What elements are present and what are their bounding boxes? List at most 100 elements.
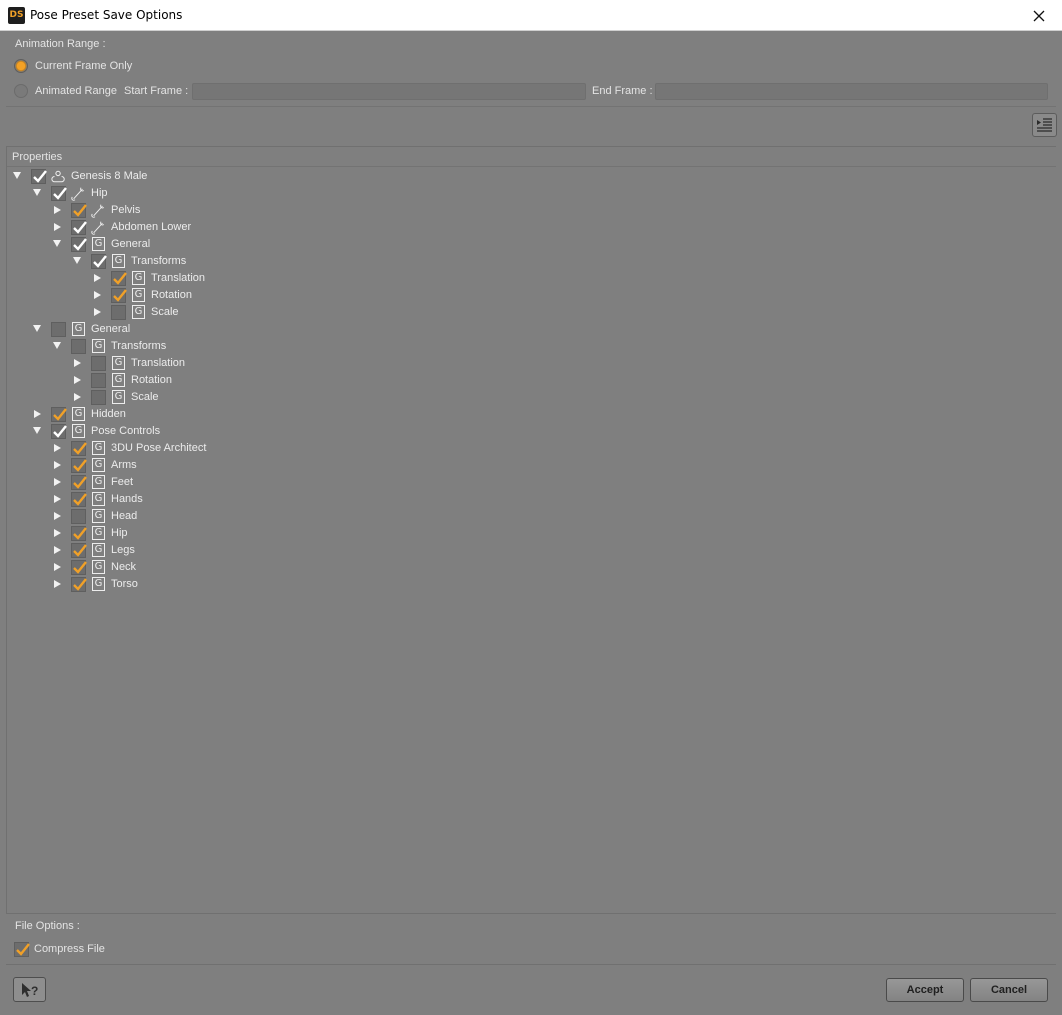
expand-right-arrow-icon[interactable] [54,223,61,231]
property-checkbox[interactable] [71,526,87,541]
whats-this-icon: ? [22,983,38,998]
property-checkbox[interactable] [71,577,87,592]
tree-row[interactable]: G General [7,321,1047,338]
property-checkbox[interactable] [71,560,87,575]
property-checkbox[interactable] [111,271,127,286]
tree-row[interactable]: G Torso [7,576,1047,593]
tree-row[interactable]: G Scale [7,389,1047,406]
animated-range-label: Animated Range [35,85,117,97]
expand-right-arrow-icon[interactable] [74,376,81,384]
accept-button[interactable]: Accept [886,978,964,1002]
tree-row[interactable]: G Translation [7,270,1047,287]
tree-row[interactable]: G Feet [7,474,1047,491]
property-checkbox[interactable] [51,186,67,201]
tree-row-label: Pose Controls [91,425,161,437]
current-frame-label: Current Frame Only [35,60,133,72]
property-checkbox[interactable] [71,237,87,252]
expand-down-arrow-icon[interactable] [53,342,61,349]
expand-right-arrow-icon[interactable] [54,444,61,452]
property-checkbox[interactable] [91,254,107,269]
property-checkbox[interactable] [91,390,106,405]
property-checkbox[interactable] [71,203,87,218]
property-checkbox[interactable] [71,492,87,507]
close-button[interactable] [1016,0,1062,31]
current-frame-radio[interactable] [14,59,28,73]
checkmark-icon [73,238,87,251]
expand-right-arrow-icon[interactable] [74,359,81,367]
tree-row[interactable]: G Pose Controls [7,423,1047,440]
expand-right-arrow-icon[interactable] [54,478,61,486]
tree-row[interactable]: G Head [7,508,1047,525]
property-checkbox[interactable] [71,441,87,456]
start-frame-field[interactable] [192,83,586,100]
tree-row[interactable]: G Arms [7,457,1047,474]
expand-right-arrow-icon[interactable] [54,546,61,554]
group-icon: G [92,492,105,506]
expand-right-arrow-icon[interactable] [54,495,61,503]
compress-file-checkbox[interactable] [14,942,30,957]
group-icon: G [112,373,125,387]
expand-right-arrow-icon[interactable] [94,308,101,316]
expand-right-arrow-icon[interactable] [54,580,61,588]
tree-row[interactable]: Hip [7,185,1047,202]
tree-row[interactable]: G Scale [7,304,1047,321]
tree-row[interactable]: G Rotation [7,287,1047,304]
tree-row[interactable]: G Hands [7,491,1047,508]
tree-row-label: Scale [131,391,159,403]
group-icon: G [92,441,105,455]
property-checkbox[interactable] [111,288,127,303]
expand-down-arrow-icon[interactable] [33,325,41,332]
property-checkbox[interactable] [51,322,66,337]
expand-down-arrow-icon[interactable] [33,189,41,196]
options-menu-button[interactable] [1032,113,1057,137]
group-icon: G [72,407,85,421]
property-checkbox[interactable] [71,339,86,354]
expand-right-arrow-icon[interactable] [54,512,61,520]
property-checkbox[interactable] [71,509,86,524]
help-button[interactable]: ? [13,977,46,1002]
tree-row[interactable]: G Transforms [7,338,1047,355]
tree-row[interactable]: G Legs [7,542,1047,559]
animated-range-radio[interactable] [14,84,28,98]
end-frame-field[interactable] [655,83,1048,100]
expand-right-arrow-icon[interactable] [34,410,41,418]
tree-row-label: Transforms [111,340,167,352]
property-checkbox[interactable] [91,373,106,388]
tree-row[interactable]: Pelvis [7,202,1047,219]
tree-row[interactable]: G Neck [7,559,1047,576]
tree-row[interactable]: G Hip [7,525,1047,542]
expand-right-arrow-icon[interactable] [54,563,61,571]
tree-row[interactable]: G Hidden [7,406,1047,423]
property-checkbox[interactable] [51,424,67,439]
tree-row[interactable]: Abdomen Lower [7,219,1047,236]
group-icon: G [92,526,105,540]
tree-row[interactable]: G Rotation [7,372,1047,389]
expand-right-arrow-icon[interactable] [54,529,61,537]
property-checkbox[interactable] [31,169,47,184]
expand-down-arrow-icon[interactable] [73,257,81,264]
expand-right-arrow-icon[interactable] [54,206,61,214]
expand-down-arrow-icon[interactable] [53,240,61,247]
property-checkbox[interactable] [111,305,126,320]
expand-right-arrow-icon[interactable] [74,393,81,401]
tree-row-label: 3DU Pose Architect [111,442,207,454]
property-checkbox[interactable] [71,475,87,490]
tree-row[interactable]: G General [7,236,1047,253]
tree-row[interactable]: G 3DU Pose Architect [7,440,1047,457]
property-checkbox[interactable] [71,220,87,235]
cancel-button[interactable]: Cancel [970,978,1048,1002]
tree-row[interactable]: Genesis 8 Male [7,168,1047,185]
tree-row[interactable]: G Translation [7,355,1047,372]
group-icon: G [72,322,85,336]
expand-right-arrow-icon[interactable] [94,291,101,299]
tree-row[interactable]: G Transforms [7,253,1047,270]
expand-right-arrow-icon[interactable] [54,461,61,469]
expand-down-arrow-icon[interactable] [33,427,41,434]
property-checkbox[interactable] [71,458,87,473]
property-checkbox[interactable] [91,356,106,371]
property-checkbox[interactable] [71,543,87,558]
property-checkbox[interactable] [51,407,67,422]
group-icon: G [92,509,105,523]
expand-right-arrow-icon[interactable] [94,274,101,282]
expand-down-arrow-icon[interactable] [13,172,21,179]
